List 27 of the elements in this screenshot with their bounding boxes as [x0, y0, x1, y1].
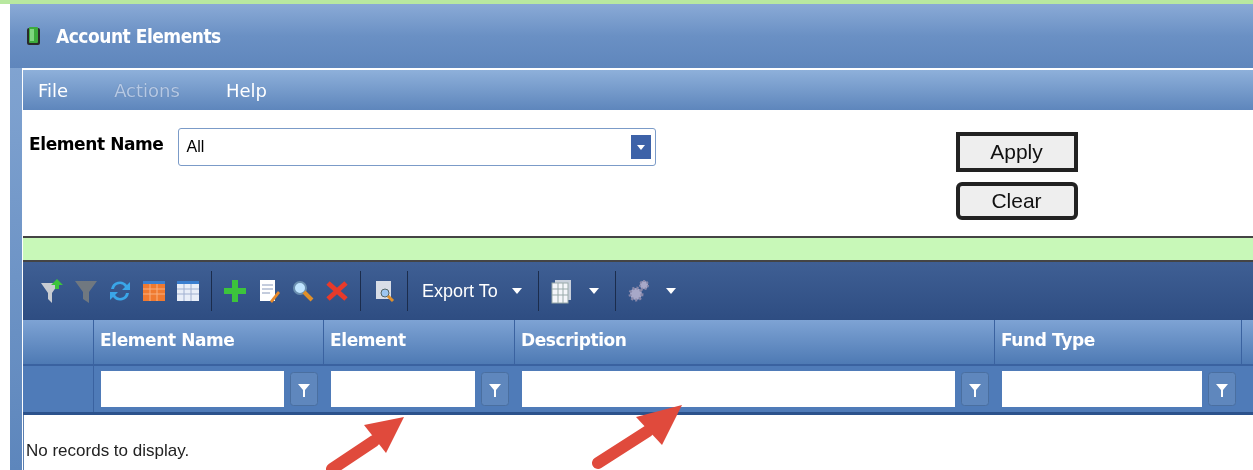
caret-icon[interactable] [511, 288, 522, 294]
add-icon[interactable] [222, 277, 248, 305]
field-label: Element Name [29, 134, 164, 156]
export-menu[interactable]: Export To [422, 280, 498, 302]
empty-message: No records to display. [26, 441, 190, 461]
filter-icon[interactable] [1208, 372, 1236, 406]
binder-icon [26, 26, 42, 46]
column-filter-field[interactable] [1002, 371, 1202, 407]
menu-item[interactable]: Help [225, 79, 267, 101]
caret-icon[interactable] [588, 288, 599, 294]
window-title: Account Elements [56, 25, 221, 47]
column-filter-field[interactable] [101, 371, 284, 407]
column-header[interactable]: Fund Type [995, 320, 1242, 364]
filter-icon[interactable] [961, 372, 989, 406]
column-filter-field[interactable] [331, 371, 475, 407]
menu-item[interactable]: File [38, 79, 69, 101]
element-name-dropdown[interactable]: All [177, 128, 656, 166]
filter-icon[interactable] [481, 372, 509, 406]
caret-icon[interactable] [665, 288, 676, 294]
filter-icon[interactable] [290, 372, 318, 406]
filter-button[interactable]: Clear [955, 182, 1078, 220]
filter-add-icon[interactable] [39, 277, 65, 305]
column-header[interactable]: Element [324, 320, 515, 364]
column-header[interactable]: Description [515, 320, 995, 364]
column-filter-field[interactable] [522, 371, 955, 407]
filter-button[interactable]: Apply [955, 132, 1078, 172]
column-header[interactable]: Element Name [94, 320, 324, 364]
